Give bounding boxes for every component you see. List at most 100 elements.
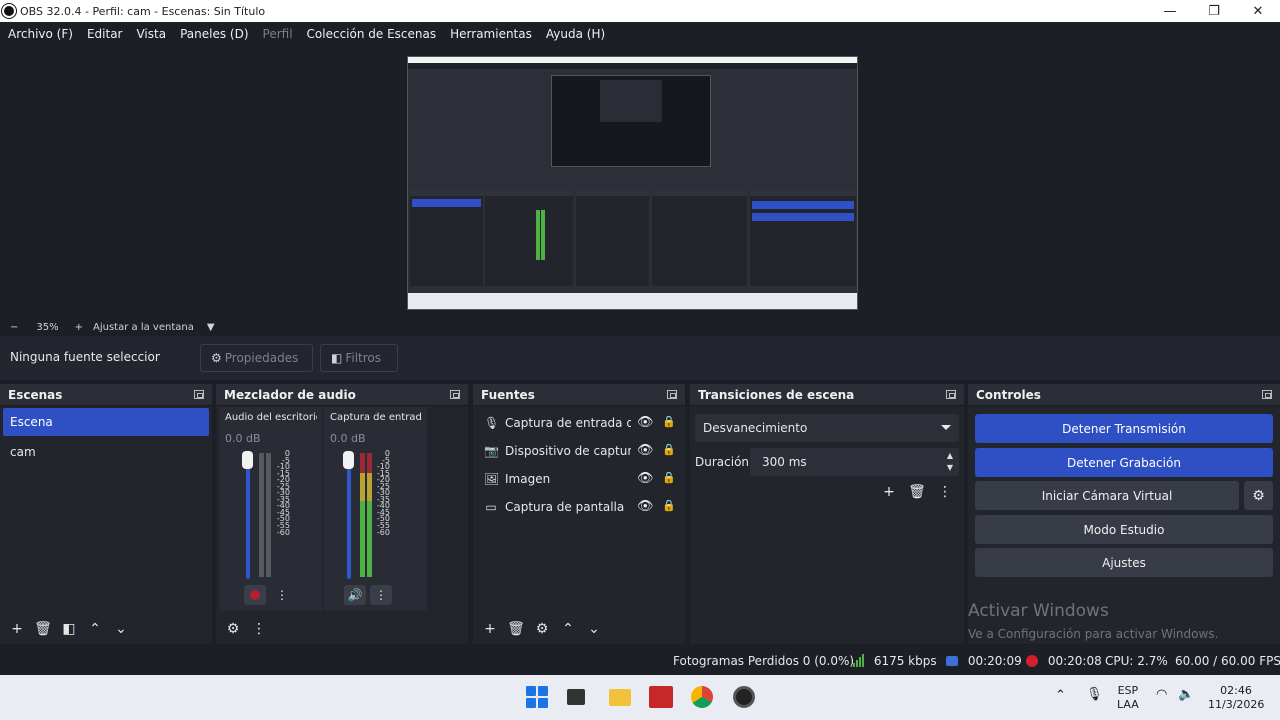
camera-icon: 📷 <box>484 444 499 458</box>
scenes-header: Escenas <box>0 384 212 406</box>
mute-button[interactable]: 🔊 <box>344 585 366 605</box>
source-item[interactable]: ▭ Captura de pantalla 👁 🔒 <box>473 493 685 521</box>
channel-menu-button[interactable]: ⋮ <box>271 585 293 605</box>
undock-icon[interactable] <box>1262 390 1272 399</box>
source-item[interactable]: 📷 Dispositivo de captura de video 👁 🔒 <box>473 437 685 465</box>
eye-icon[interactable]: 👁 <box>637 415 654 430</box>
tray-expand-icon[interactable]: ⌃ <box>1055 689 1066 703</box>
lock-icon[interactable]: 🔒 <box>662 471 676 484</box>
volume-slider-handle[interactable] <box>242 451 253 469</box>
undock-icon[interactable] <box>946 390 956 399</box>
volume-slider[interactable] <box>246 455 250 579</box>
start-virtual-camera-button[interactable]: Iniciar Cámara Virtual <box>975 481 1239 510</box>
nested-scenes-panel <box>410 190 483 286</box>
preview-canvas[interactable] <box>407 56 858 310</box>
mute-button[interactable] <box>244 585 266 605</box>
microphone-icon[interactable]: 🎙 <box>1086 688 1103 702</box>
input-language[interactable]: ESP LAA <box>1117 684 1139 712</box>
chrome-icon <box>691 686 713 708</box>
eye-icon[interactable]: 👁 <box>637 499 654 514</box>
minimize-button[interactable]: — <box>1148 0 1192 22</box>
lock-icon[interactable]: 🔒 <box>662 443 676 456</box>
more-vertical-icon[interactable]: ⋮ <box>931 481 959 503</box>
filters-button[interactable]: ◧ Filtros <box>320 344 398 372</box>
menu-paneles[interactable]: Paneles (D) <box>173 27 255 41</box>
eye-icon[interactable]: 👁 <box>637 471 654 486</box>
stop-stream-button[interactable]: Detener Transmisión <box>975 414 1273 443</box>
move-down-icon[interactable]: ⌄ <box>581 621 607 637</box>
add-source-icon[interactable]: + <box>477 621 503 637</box>
channel-name: Captura de entrada de audio <box>330 412 422 423</box>
zoom-dropdown-icon[interactable]: ▼ <box>207 322 215 333</box>
menu-ayuda[interactable]: Ayuda (H) <box>539 27 612 41</box>
maximize-button[interactable]: ❐ <box>1192 0 1236 22</box>
channel-db: 0.0 dB <box>225 432 261 445</box>
spinner-arrows-icon[interactable]: ▲ ▼ <box>947 450 953 474</box>
transition-select[interactable]: Desvanecimiento <box>695 414 959 442</box>
stop-recording-button[interactable]: Detener Grabación <box>975 448 1273 477</box>
trash-icon[interactable]: 🗑 <box>30 621 56 637</box>
taskbar-app-notes[interactable] <box>562 683 590 711</box>
sources-dock: Fuentes 🎙 Captura de entrada de audio 👁 … <box>473 384 685 644</box>
move-down-icon[interactable]: ⌄ <box>108 621 134 637</box>
properties-button[interactable]: ⚙ Propiedades <box>200 344 313 372</box>
volume-slider[interactable] <box>347 455 351 579</box>
preview-area[interactable] <box>0 46 1280 318</box>
sources-title: Fuentes <box>481 387 535 402</box>
activate-windows-subtitle: Ve a Configuración para activar Windows. <box>968 627 1219 641</box>
cpu-usage: CPU: 2.7% <box>1105 654 1168 668</box>
filter-icon: ◧ <box>331 351 343 365</box>
undock-icon[interactable] <box>194 390 204 399</box>
zoom-in-button[interactable]: + <box>75 322 83 333</box>
clock[interactable]: 02:46 11/3/2026 <box>1208 684 1264 712</box>
undock-icon[interactable] <box>667 390 677 399</box>
taskbar-app-explorer[interactable] <box>606 683 634 711</box>
duration-label: Duración <box>695 455 750 469</box>
taskbar-app-obs[interactable] <box>730 683 758 711</box>
add-scene-icon[interactable]: + <box>4 621 30 637</box>
eye-icon[interactable]: 👁 <box>637 443 654 458</box>
add-icon[interactable]: + <box>875 481 903 503</box>
menu-coleccion-escenas[interactable]: Colección de Escenas <box>300 27 444 41</box>
taskbar-app-chrome[interactable] <box>688 683 716 711</box>
transitions-header: Transiciones de escena <box>690 384 964 406</box>
gear-icon[interactable]: ⚙ <box>529 621 555 637</box>
menu-herramientas[interactable]: Herramientas <box>443 27 539 41</box>
more-vertical-icon[interactable]: ⋮ <box>246 621 272 637</box>
virtual-camera-settings-button[interactable]: ⚙ <box>1244 481 1273 510</box>
wifi-icon[interactable]: ◠ <box>1156 688 1167 702</box>
menu-vista[interactable]: Vista <box>129 27 173 41</box>
windows-taskbar: ⌃ 🎙 ESP LAA ◠ 🔈 02:46 11/3/2026 <box>0 675 1280 720</box>
zoom-fit-label[interactable]: Ajustar a la ventana <box>93 322 194 333</box>
move-up-icon[interactable]: ⌃ <box>82 621 108 637</box>
volume-slider-handle[interactable] <box>343 451 354 469</box>
window-title: OBS 32.0.4 - Perfil: cam - Escenas: Sin … <box>20 4 266 18</box>
close-button[interactable]: ✕ <box>1236 0 1280 22</box>
scenes-toolbar: + 🗑 ◧ ⌃ ⌄ <box>0 614 212 644</box>
mixer-toolbar: ⚙ ⋮ <box>216 614 468 644</box>
settings-button[interactable]: Ajustes <box>975 548 1273 577</box>
move-up-icon[interactable]: ⌃ <box>555 621 581 637</box>
taskbar-app-voice[interactable] <box>647 683 675 711</box>
menu-archivo[interactable]: Archivo (F) <box>1 27 80 41</box>
trash-icon[interactable]: 🗑 <box>903 481 931 503</box>
menu-perfil[interactable]: Perfil <box>256 27 300 41</box>
filters-icon[interactable]: ◧ <box>56 621 82 637</box>
studio-mode-button[interactable]: Modo Estudio <box>975 515 1273 544</box>
scene-item-escena[interactable]: Escena <box>3 408 209 436</box>
source-item[interactable]: 🖼 Imagen 👁 🔒 <box>473 465 685 493</box>
mixer-channel-mic: Captura de entrada de audio 0.0 dB 0-5-1… <box>324 407 427 611</box>
trash-icon[interactable]: 🗑 <box>503 621 529 637</box>
scene-item-cam[interactable]: cam <box>3 438 209 466</box>
duration-input[interactable]: 300 ms ▲ ▼ <box>750 448 959 476</box>
menu-editar[interactable]: Editar <box>80 27 130 41</box>
zoom-out-button[interactable]: − <box>10 322 18 333</box>
lock-icon[interactable]: 🔒 <box>662 499 676 512</box>
lock-icon[interactable]: 🔒 <box>662 415 676 428</box>
channel-menu-button[interactable]: ⋮ <box>370 585 392 605</box>
advanced-audio-icon[interactable]: ⚙ <box>220 621 246 637</box>
start-button[interactable] <box>523 683 551 711</box>
source-item[interactable]: 🎙 Captura de entrada de audio 👁 🔒 <box>473 409 685 437</box>
undock-icon[interactable] <box>450 390 460 399</box>
volume-icon[interactable]: 🔈 <box>1178 688 1194 702</box>
